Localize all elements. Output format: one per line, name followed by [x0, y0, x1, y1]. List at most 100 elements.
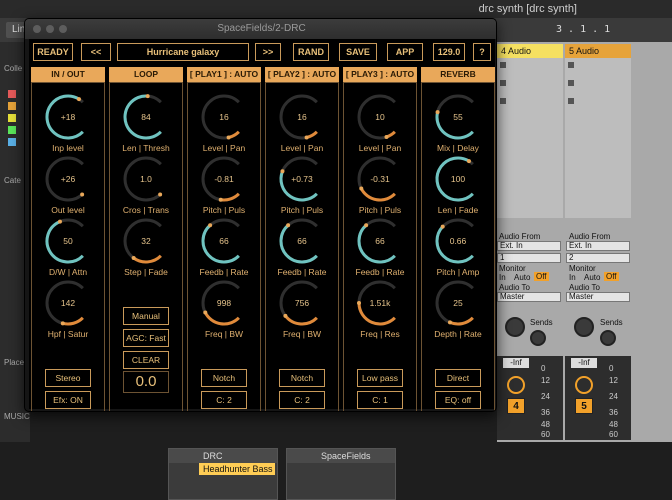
- button-play2-1[interactable]: C: 2: [279, 391, 325, 409]
- knob-loop-0[interactable]: 84: [120, 91, 172, 143]
- knob-play1-1[interactable]: -0.81: [198, 153, 250, 205]
- monitor-off[interactable]: Off: [604, 272, 619, 281]
- audio-from-select-5[interactable]: Ext. In: [566, 241, 630, 251]
- knob-in-out-0[interactable]: +18: [42, 91, 94, 143]
- knob-in-out-2[interactable]: 50: [42, 215, 94, 267]
- knob-value-text: 16: [297, 112, 307, 122]
- knob-in-out-3[interactable]: 142: [42, 277, 94, 329]
- knob-play3-0[interactable]: 10: [354, 91, 406, 143]
- clip-slot-stop-icon[interactable]: [500, 98, 506, 104]
- audio-from-select-4[interactable]: Ext. In: [497, 241, 561, 251]
- monitor-off[interactable]: Off: [534, 272, 549, 281]
- bpm-display[interactable]: 129.0: [433, 43, 465, 61]
- knob-value-text: 25: [453, 298, 463, 308]
- color-tag-icon[interactable]: [8, 90, 16, 98]
- section-header-play3[interactable]: [ PLAY3 ] : AUTO: [343, 67, 417, 82]
- knob-play2-3[interactable]: 756: [276, 277, 328, 329]
- knob-play1-2[interactable]: 66: [198, 215, 250, 267]
- zoom-window-icon[interactable]: [59, 25, 67, 33]
- knob-play3-3[interactable]: 1.51k: [354, 277, 406, 329]
- knob-reverb-1[interactable]: 100: [432, 153, 484, 205]
- close-window-icon[interactable]: [33, 25, 41, 33]
- knob-loop-1[interactable]: 1.0: [120, 153, 172, 205]
- input-channel-select-5[interactable]: 2: [566, 253, 630, 263]
- section-header-in-out[interactable]: IN / OUT: [31, 67, 105, 82]
- send-b-knob[interactable]: [600, 330, 616, 346]
- plugin-title-bar[interactable]: SpaceFields/2-DRC: [25, 19, 496, 39]
- volume-readout[interactable]: -Inf: [503, 358, 529, 368]
- knob-play3-2[interactable]: 66: [354, 215, 406, 267]
- knob-play3-1[interactable]: -0.31: [354, 153, 406, 205]
- clip-slot-stop-icon[interactable]: [500, 62, 506, 68]
- random-button[interactable]: RAND: [293, 43, 329, 61]
- send-a-knob[interactable]: [505, 317, 525, 337]
- knob-reverb-2[interactable]: 0.66: [432, 215, 484, 267]
- pan-knob[interactable]: [507, 376, 525, 394]
- section-header-loop[interactable]: LOOP: [109, 67, 183, 82]
- track-header-5[interactable]: 5 Audio: [565, 44, 631, 58]
- save-button[interactable]: SAVE: [339, 43, 377, 61]
- knob-reverb-3[interactable]: 25: [432, 277, 484, 329]
- button-reverb-1[interactable]: EQ: off: [435, 391, 481, 409]
- monitor-auto[interactable]: Auto: [514, 273, 530, 282]
- knob-play1-0[interactable]: 16: [198, 91, 250, 143]
- track-header-4[interactable]: 4 Audio: [497, 44, 563, 58]
- color-tag-icon[interactable]: [8, 138, 16, 146]
- color-tag-icon[interactable]: [8, 102, 16, 110]
- clip-slot-stop-icon[interactable]: [568, 62, 574, 68]
- minimize-window-icon[interactable]: [46, 25, 54, 33]
- position-readout[interactable]: 3 . 1 . 1: [556, 22, 666, 38]
- next-preset-button[interactable]: >>: [255, 43, 281, 61]
- monitor-auto[interactable]: Auto: [584, 273, 600, 282]
- clip-slot-stop-icon[interactable]: [500, 80, 506, 86]
- send-b-knob[interactable]: [530, 330, 546, 346]
- button-in-out-1[interactable]: Efx: ON: [45, 391, 91, 409]
- button-reverb-0[interactable]: Direct: [435, 369, 481, 387]
- knob-value-text: 100: [451, 174, 465, 184]
- help-button[interactable]: ?: [473, 43, 491, 61]
- device-spacefields-title[interactable]: SpaceFields: [287, 449, 395, 463]
- knob-indicator: [203, 310, 208, 315]
- pan-knob[interactable]: [575, 376, 593, 394]
- button-play2-0[interactable]: Notch: [279, 369, 325, 387]
- button-play1-0[interactable]: Notch: [201, 369, 247, 387]
- input-channel-select-4[interactable]: 1: [497, 253, 561, 263]
- knob-in-out-1[interactable]: +26: [42, 153, 94, 205]
- button-loop-2[interactable]: CLEAR: [123, 351, 169, 369]
- preset-name-display[interactable]: Hurricane galaxy: [117, 43, 249, 61]
- button-loop-0[interactable]: Manual: [123, 307, 169, 325]
- color-tag-icon[interactable]: [8, 114, 16, 122]
- knob-loop-2[interactable]: 32: [120, 215, 172, 267]
- audio-to-select-5[interactable]: Master: [566, 292, 630, 302]
- knob-play2-0[interactable]: 16: [276, 91, 328, 143]
- button-in-out-0[interactable]: Stereo: [45, 369, 91, 387]
- knob-play2-1[interactable]: +0.73: [276, 153, 328, 205]
- monitor-in[interactable]: In: [569, 273, 576, 282]
- app-button[interactable]: APP: [387, 43, 423, 61]
- color-tag-icon[interactable]: [8, 126, 16, 134]
- ready-button[interactable]: READY: [33, 43, 73, 61]
- knob-play2-2[interactable]: 66: [276, 215, 328, 267]
- knob-value-arc: [359, 187, 396, 202]
- section-header-reverb[interactable]: REVERB: [421, 67, 495, 82]
- knob-play1-3[interactable]: 998: [198, 277, 250, 329]
- send-a-knob[interactable]: [574, 317, 594, 337]
- button-loop-1[interactable]: AGC: Fast: [123, 329, 169, 347]
- audio-to-select-4[interactable]: Master: [497, 292, 561, 302]
- knob-reverb-0[interactable]: 55: [432, 91, 484, 143]
- previous-preset-button[interactable]: <<: [81, 43, 111, 61]
- monitor-in[interactable]: In: [499, 273, 506, 282]
- clip-slot-stop-icon[interactable]: [568, 80, 574, 86]
- track-activator-5[interactable]: 5: [575, 398, 593, 414]
- device-drc-preset[interactable]: Headhunter Bass: [199, 463, 275, 475]
- track-activator-4[interactable]: 4: [507, 398, 525, 414]
- clip-slot-stop-icon[interactable]: [568, 98, 574, 104]
- button-play3-0[interactable]: Low pass: [357, 369, 403, 387]
- device-drc-title[interactable]: DRC: [169, 449, 277, 463]
- section-header-play2[interactable]: [ PLAY2 ] : AUTO: [265, 67, 339, 82]
- browser-label-music[interactable]: MUSIC: [4, 412, 30, 421]
- button-play3-1[interactable]: C: 1: [357, 391, 403, 409]
- volume-readout[interactable]: -Inf: [571, 358, 597, 368]
- section-header-play1[interactable]: [ PLAY1 ] : AUTO: [187, 67, 261, 82]
- button-play1-1[interactable]: C: 2: [201, 391, 247, 409]
